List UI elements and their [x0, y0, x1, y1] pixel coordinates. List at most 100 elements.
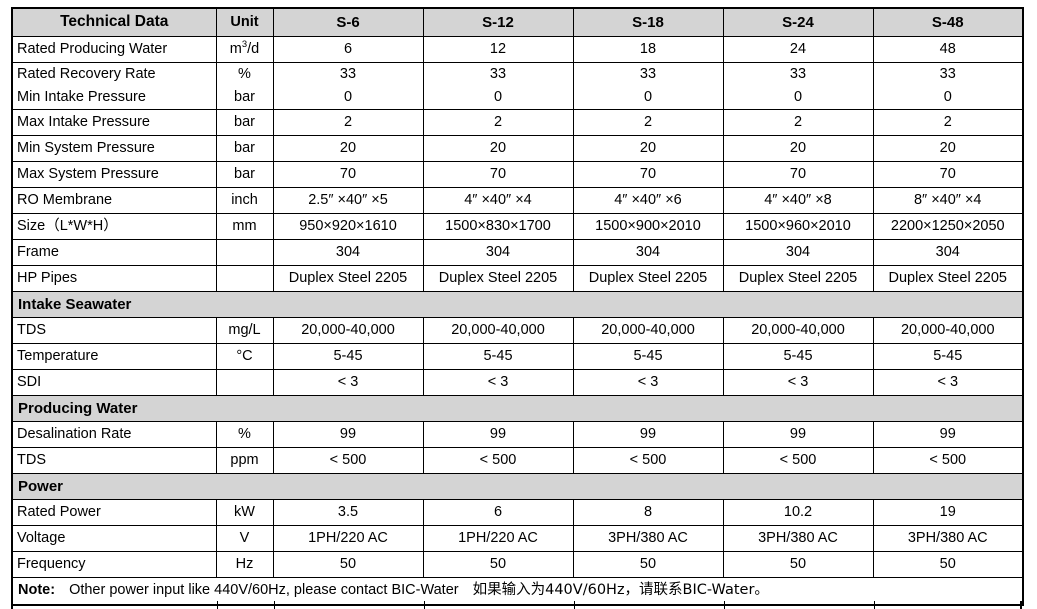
header-model-4: S-24: [722, 7, 874, 37]
row-unit: bar: [215, 161, 274, 188]
cell-value: 304: [572, 239, 724, 266]
cell-value: < 500: [722, 447, 874, 474]
cell-value: 6: [422, 499, 574, 526]
cell-value: 0: [422, 86, 574, 110]
cell-value: 20: [872, 135, 1024, 162]
row-label: Voltage: [11, 525, 217, 552]
cell-value: < 500: [572, 447, 724, 474]
column-divider: [274, 601, 275, 609]
row-unit: kW: [215, 499, 274, 526]
cell-value: 70: [422, 161, 574, 188]
cell-value: Duplex Steel 2205: [722, 265, 874, 292]
cell-value: 70: [722, 161, 874, 188]
cell-value: 20: [272, 135, 424, 162]
cell-value: < 3: [422, 369, 574, 396]
cell-value: 99: [272, 421, 424, 448]
cell-value: 2200×1250×2050: [872, 213, 1024, 240]
cell-value: 20,000-40,000: [572, 317, 724, 344]
cell-value: Duplex Steel 2205: [422, 265, 574, 292]
cell-value: 3PH/380 AC: [572, 525, 724, 552]
row-unit: m3/d: [215, 36, 274, 63]
cell-value: 50: [272, 551, 424, 578]
header-technical-data: Technical Data: [11, 7, 217, 37]
cell-value: 70: [872, 161, 1024, 188]
table-row: TDS ppm < 500 < 500 < 500 < 500 < 500: [11, 447, 1024, 474]
cell-value: 99: [872, 421, 1024, 448]
cell-value: < 3: [722, 369, 874, 396]
cell-value: 2: [422, 109, 574, 136]
table-row: Rated Recovery Rate% 33 33 33 33 33: [11, 62, 1024, 86]
cell-value: 12: [422, 36, 574, 63]
row-unit: V: [215, 525, 274, 552]
table-row: Size（L*W*H） mm 950×920×1610 1500×830×1700 15…: [11, 213, 1024, 240]
row-label: HP Pipes: [11, 265, 217, 292]
technical-data-table: Technical Data Unit S-6 S-12 S-18 S-24 S-48 Rat…: [11, 7, 1024, 606]
cell-value: 20,000-40,000: [722, 317, 874, 344]
row-unit: mg/L: [215, 317, 274, 344]
section-label: Producing Water: [11, 395, 1024, 422]
row-unit: bar: [215, 109, 274, 136]
section-intake-seawater: Intake Seawater: [11, 291, 1024, 318]
cell-value: 20: [422, 135, 574, 162]
cell-value: 2: [872, 109, 1024, 136]
cell-value: 2: [572, 109, 724, 136]
row-unit: °C: [215, 343, 274, 370]
cell-value: 304: [722, 239, 874, 266]
cell-value: 2: [272, 109, 424, 136]
row-unit: mm: [215, 213, 274, 240]
row-label: Temperature: [11, 343, 217, 370]
cell-value: 5-45: [722, 343, 874, 370]
cell-value: 0: [872, 86, 1024, 110]
header-unit: Unit: [215, 7, 274, 37]
row-label: Frequency: [11, 551, 217, 578]
cell-value: 1500×960×2010: [722, 213, 874, 240]
cell-value: 5-45: [272, 343, 424, 370]
row-label: SDI: [11, 369, 217, 396]
row-label: Min Intake Pressure: [11, 86, 217, 110]
cell-value: 1500×830×1700: [422, 213, 574, 240]
row-label: Min System Pressure: [11, 135, 217, 162]
cell-value: 3.5: [272, 499, 424, 526]
row-unit: [215, 239, 274, 266]
cell-value: 33: [572, 62, 724, 86]
cell-value: 4″ ×40″ ×4: [422, 187, 574, 214]
table-row: Frame 304 304 304 304 304: [11, 239, 1024, 266]
table-row: Min Intake Pressure bar 0 0 0 0 0: [11, 86, 1024, 110]
cell-value: 20,000-40,000: [872, 317, 1024, 344]
note-label: Note:: [18, 582, 56, 599]
cell-value: 2.5″ ×40″ ×5: [272, 187, 424, 214]
cell-value: 24: [722, 36, 874, 63]
cell-value: 50: [572, 551, 724, 578]
cell-value: 33: [722, 62, 874, 86]
cell-value: Duplex Steel 2205: [872, 265, 1024, 292]
cell-value: < 3: [272, 369, 424, 396]
table-row: Max Intake Pressure bar 2 2 2 2 2: [11, 109, 1024, 136]
cell-value: 8″ ×40″ ×4: [872, 187, 1024, 214]
column-divider: [424, 601, 425, 609]
cell-value: 18: [572, 36, 724, 63]
table-bottom-sliver: [11, 601, 1022, 609]
cell-value: 33: [872, 62, 1024, 86]
cell-value: 304: [272, 239, 424, 266]
cell-value: < 500: [422, 447, 574, 474]
row-label: RO Membrane: [11, 187, 217, 214]
row-unit: bar: [215, 135, 274, 162]
cell-value: < 3: [572, 369, 724, 396]
cell-value: < 3: [872, 369, 1024, 396]
cell-value: 2: [722, 109, 874, 136]
cell-value: 33: [422, 62, 574, 86]
row-label: TDS: [11, 447, 217, 474]
cell-value: 99: [722, 421, 874, 448]
cell-value: 0: [272, 86, 424, 110]
cell-value: 33: [272, 62, 424, 86]
cell-value: 70: [272, 161, 424, 188]
cell-value: Duplex Steel 2205: [572, 265, 724, 292]
cell-value: 50: [422, 551, 574, 578]
cell-value: 0: [722, 86, 874, 110]
row-unit: %: [215, 421, 274, 448]
row-label: Desalination Rate: [11, 421, 217, 448]
row-label: TDS: [11, 317, 217, 344]
table-body: Technical Data Unit S-6 S-12 S-18 S-24 S-48 Rat…: [11, 7, 1024, 606]
cell-value: 304: [422, 239, 574, 266]
row-unit: bar: [215, 86, 274, 110]
